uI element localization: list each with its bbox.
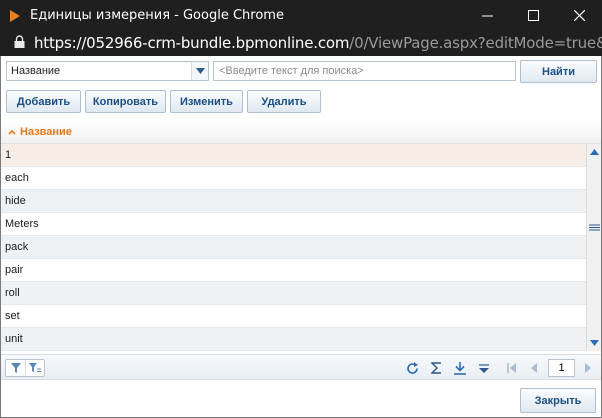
close-button[interactable]: Закрыть xyxy=(520,388,596,413)
grid-body: 1 each hide Meters pack pair roll set un… xyxy=(0,144,586,351)
sort-asc-icon xyxy=(8,126,16,138)
search-field-value: Название xyxy=(11,65,61,77)
action-toolbar: Добавить Копировать Изменить Удалить xyxy=(0,88,602,116)
search-input[interactable] xyxy=(213,61,516,81)
table-row[interactable]: hide xyxy=(0,190,586,213)
first-page-icon[interactable] xyxy=(504,360,520,376)
cell-name: unit xyxy=(5,333,23,345)
filter-toggle-group xyxy=(5,359,45,377)
table-row[interactable]: set xyxy=(0,305,586,328)
url-host: https://052966-crm-bundle.bpmonline.com xyxy=(34,34,350,52)
table-row[interactable]: pair xyxy=(0,259,586,282)
table-row[interactable]: each xyxy=(0,167,586,190)
maximize-icon xyxy=(527,9,539,21)
copy-button[interactable]: Копировать xyxy=(85,90,166,113)
app-icon xyxy=(10,10,20,22)
chevron-down-icon[interactable] xyxy=(191,62,208,80)
close-icon xyxy=(573,9,585,21)
table-row[interactable]: unit xyxy=(0,328,586,351)
table-row[interactable]: pack xyxy=(0,236,586,259)
page-number-input[interactable] xyxy=(548,359,575,377)
refresh-icon[interactable] xyxy=(404,360,420,376)
find-button[interactable]: Найти xyxy=(520,60,597,83)
maximize-button[interactable] xyxy=(510,0,556,30)
grid-bottom-toolbar xyxy=(0,354,602,380)
window-title: Единицы измерения - Google Chrome xyxy=(30,7,284,23)
address-bar[interactable]: https://052966-crm-bundle.bpmonline.com/… xyxy=(0,30,602,56)
advanced-filter-icon[interactable] xyxy=(25,360,44,376)
search-field-select[interactable]: Название xyxy=(6,61,209,81)
page-url: https://052966-crm-bundle.bpmonline.com/… xyxy=(34,34,602,52)
cell-name: Meters xyxy=(5,218,39,230)
cell-name: pack xyxy=(5,241,29,253)
grid-scrollbar[interactable] xyxy=(586,144,602,351)
cell-name: pair xyxy=(5,264,24,276)
filter-icon[interactable] xyxy=(6,360,25,376)
cell-name: each xyxy=(5,172,29,184)
next-page-icon[interactable] xyxy=(580,360,596,376)
prev-page-icon[interactable] xyxy=(526,360,542,376)
scroll-up-icon[interactable] xyxy=(590,146,599,158)
minimize-button[interactable] xyxy=(464,0,510,30)
cell-name: set xyxy=(5,310,20,322)
grid-column-header[interactable]: Название xyxy=(0,120,602,144)
url-path: /0/ViewPage.aspx?editMode=true&Id=33c... xyxy=(349,34,602,52)
edit-button[interactable]: Изменить xyxy=(170,90,243,113)
column-title: Название xyxy=(20,125,72,138)
scroll-down-icon[interactable] xyxy=(590,337,599,349)
export-icon[interactable] xyxy=(452,360,468,376)
close-window-button[interactable] xyxy=(556,0,602,30)
grip-icon[interactable] xyxy=(589,222,600,234)
table-row[interactable]: roll xyxy=(0,282,586,305)
sum-icon[interactable] xyxy=(428,360,444,376)
minimize-icon xyxy=(481,15,493,16)
cell-name: hide xyxy=(5,195,26,207)
lock-icon xyxy=(14,35,25,51)
add-button[interactable]: Добавить xyxy=(6,90,81,113)
table-row[interactable]: 1 xyxy=(0,144,586,167)
table-row[interactable]: Meters xyxy=(0,213,586,236)
menu-down-icon[interactable] xyxy=(476,360,492,376)
cell-name: roll xyxy=(5,287,20,299)
window-titlebar: Единицы измерения - Google Chrome xyxy=(0,0,602,30)
delete-button[interactable]: Удалить xyxy=(247,90,321,113)
search-row: Название Найти xyxy=(0,58,602,86)
cell-name: 1 xyxy=(5,149,12,161)
